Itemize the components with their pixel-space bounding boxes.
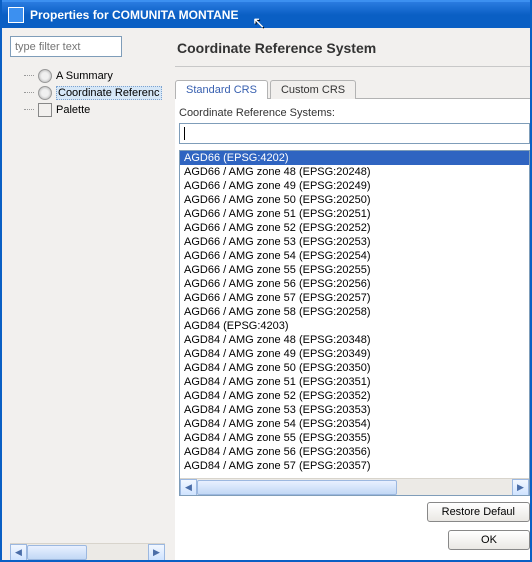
page-icon [38, 86, 52, 100]
list-item[interactable]: AGD66 / AMG zone 49 (EPSG:20249) [180, 179, 529, 193]
crs-list[interactable]: AGD66 (EPSG:4202)AGD66 / AMG zone 48 (EP… [179, 150, 530, 496]
right-panel: Coordinate Reference System Standard CRS… [175, 36, 530, 560]
list-item[interactable]: AGD66 / AMG zone 50 (EPSG:20250) [180, 193, 529, 207]
list-item[interactable]: AGD84 / AMG zone 51 (EPSG:20351) [180, 375, 529, 389]
list-item[interactable]: AGD84 / AMG zone 53 (EPSG:20353) [180, 403, 529, 417]
tree-item-summary[interactable]: A Summary [10, 67, 165, 84]
tab-body: Coordinate Reference Systems: AGD66 (EPS… [175, 99, 530, 560]
page-icon [38, 69, 52, 83]
list-item[interactable]: AGD84 (EPSG:4203) [180, 319, 529, 333]
list-item[interactable]: AGD84 / AMG zone 49 (EPSG:20349) [180, 347, 529, 361]
tree-item-palette[interactable]: Palette [10, 101, 165, 118]
tree-label: Coordinate Referenc [56, 86, 162, 100]
tabs: Standard CRS Custom CRS [175, 79, 530, 99]
properties-window: Properties for COMUNITA MONTANE ↖ A Summ… [0, 0, 532, 562]
app-icon [8, 7, 24, 23]
crs-search-label: Coordinate Reference Systems: [179, 107, 530, 119]
crs-search-input[interactable] [179, 123, 530, 144]
body: A Summary Coordinate Referenc Palette ◀ [2, 28, 530, 560]
scroll-left-icon[interactable]: ◀ [10, 544, 27, 561]
scroll-thumb[interactable] [197, 480, 397, 495]
text-caret-icon [184, 127, 185, 140]
list-item[interactable]: AGD66 / AMG zone 55 (EPSG:20255) [180, 263, 529, 277]
list-item[interactable]: AGD84 / AMG zone 54 (EPSG:20354) [180, 417, 529, 431]
tree-label: A Summary [56, 70, 113, 82]
list-item[interactable]: AGD84 / AMG zone 52 (EPSG:20352) [180, 389, 529, 403]
scroll-track[interactable] [27, 544, 148, 561]
filter-input[interactable] [10, 36, 122, 57]
list-item[interactable]: AGD84 / AMG zone 50 (EPSG:20350) [180, 361, 529, 375]
scroll-thumb[interactable] [27, 545, 87, 560]
palette-icon [38, 103, 52, 117]
window-title: Properties for COMUNITA MONTANE [30, 8, 524, 22]
left-panel: A Summary Coordinate Referenc Palette ◀ [10, 36, 165, 560]
ok-button[interactable]: OK [448, 530, 530, 550]
scroll-track[interactable] [197, 479, 512, 496]
tab-standard-crs[interactable]: Standard CRS [175, 80, 268, 99]
left-hscrollbar[interactable]: ◀ ▶ [10, 543, 165, 560]
scroll-left-icon[interactable]: ◀ [180, 479, 197, 496]
nav-tree: A Summary Coordinate Referenc Palette [10, 67, 165, 543]
list-item[interactable]: AGD66 / AMG zone 56 (EPSG:20256) [180, 277, 529, 291]
list-item[interactable]: AGD66 / AMG zone 48 (EPSG:20248) [180, 165, 529, 179]
list-item[interactable]: AGD66 / AMG zone 54 (EPSG:20254) [180, 249, 529, 263]
scroll-right-icon[interactable]: ▶ [512, 479, 529, 496]
list-item[interactable]: AGD84 / AMG zone 48 (EPSG:20348) [180, 333, 529, 347]
list-item[interactable]: AGD66 / AMG zone 57 (EPSG:20257) [180, 291, 529, 305]
titlebar[interactable]: Properties for COMUNITA MONTANE [2, 0, 530, 28]
list-hscrollbar[interactable]: ◀ ▶ [180, 478, 529, 495]
tree-label: Palette [56, 104, 90, 116]
section-heading: Coordinate Reference System [175, 36, 530, 67]
tree-item-crs[interactable]: Coordinate Referenc [10, 84, 165, 101]
list-item[interactable]: AGD66 / AMG zone 58 (EPSG:20258) [180, 305, 529, 319]
list-item[interactable]: AGD84 / AMG zone 56 (EPSG:20356) [180, 445, 529, 459]
footer: Restore Defaul OK [179, 496, 530, 560]
list-item[interactable]: AGD84 / AMG zone 55 (EPSG:20355) [180, 431, 529, 445]
restore-defaults-button[interactable]: Restore Defaul [427, 502, 530, 522]
scroll-right-icon[interactable]: ▶ [148, 544, 165, 561]
list-item[interactable]: AGD66 (EPSG:4202) [180, 151, 529, 165]
list-item[interactable]: AGD66 / AMG zone 51 (EPSG:20251) [180, 207, 529, 221]
list-item[interactable]: AGD84 / AMG zone 57 (EPSG:20357) [180, 459, 529, 473]
list-item[interactable]: AGD66 / AMG zone 53 (EPSG:20253) [180, 235, 529, 249]
list-item[interactable]: AGD66 / AMG zone 52 (EPSG:20252) [180, 221, 529, 235]
tab-custom-crs[interactable]: Custom CRS [270, 80, 356, 99]
